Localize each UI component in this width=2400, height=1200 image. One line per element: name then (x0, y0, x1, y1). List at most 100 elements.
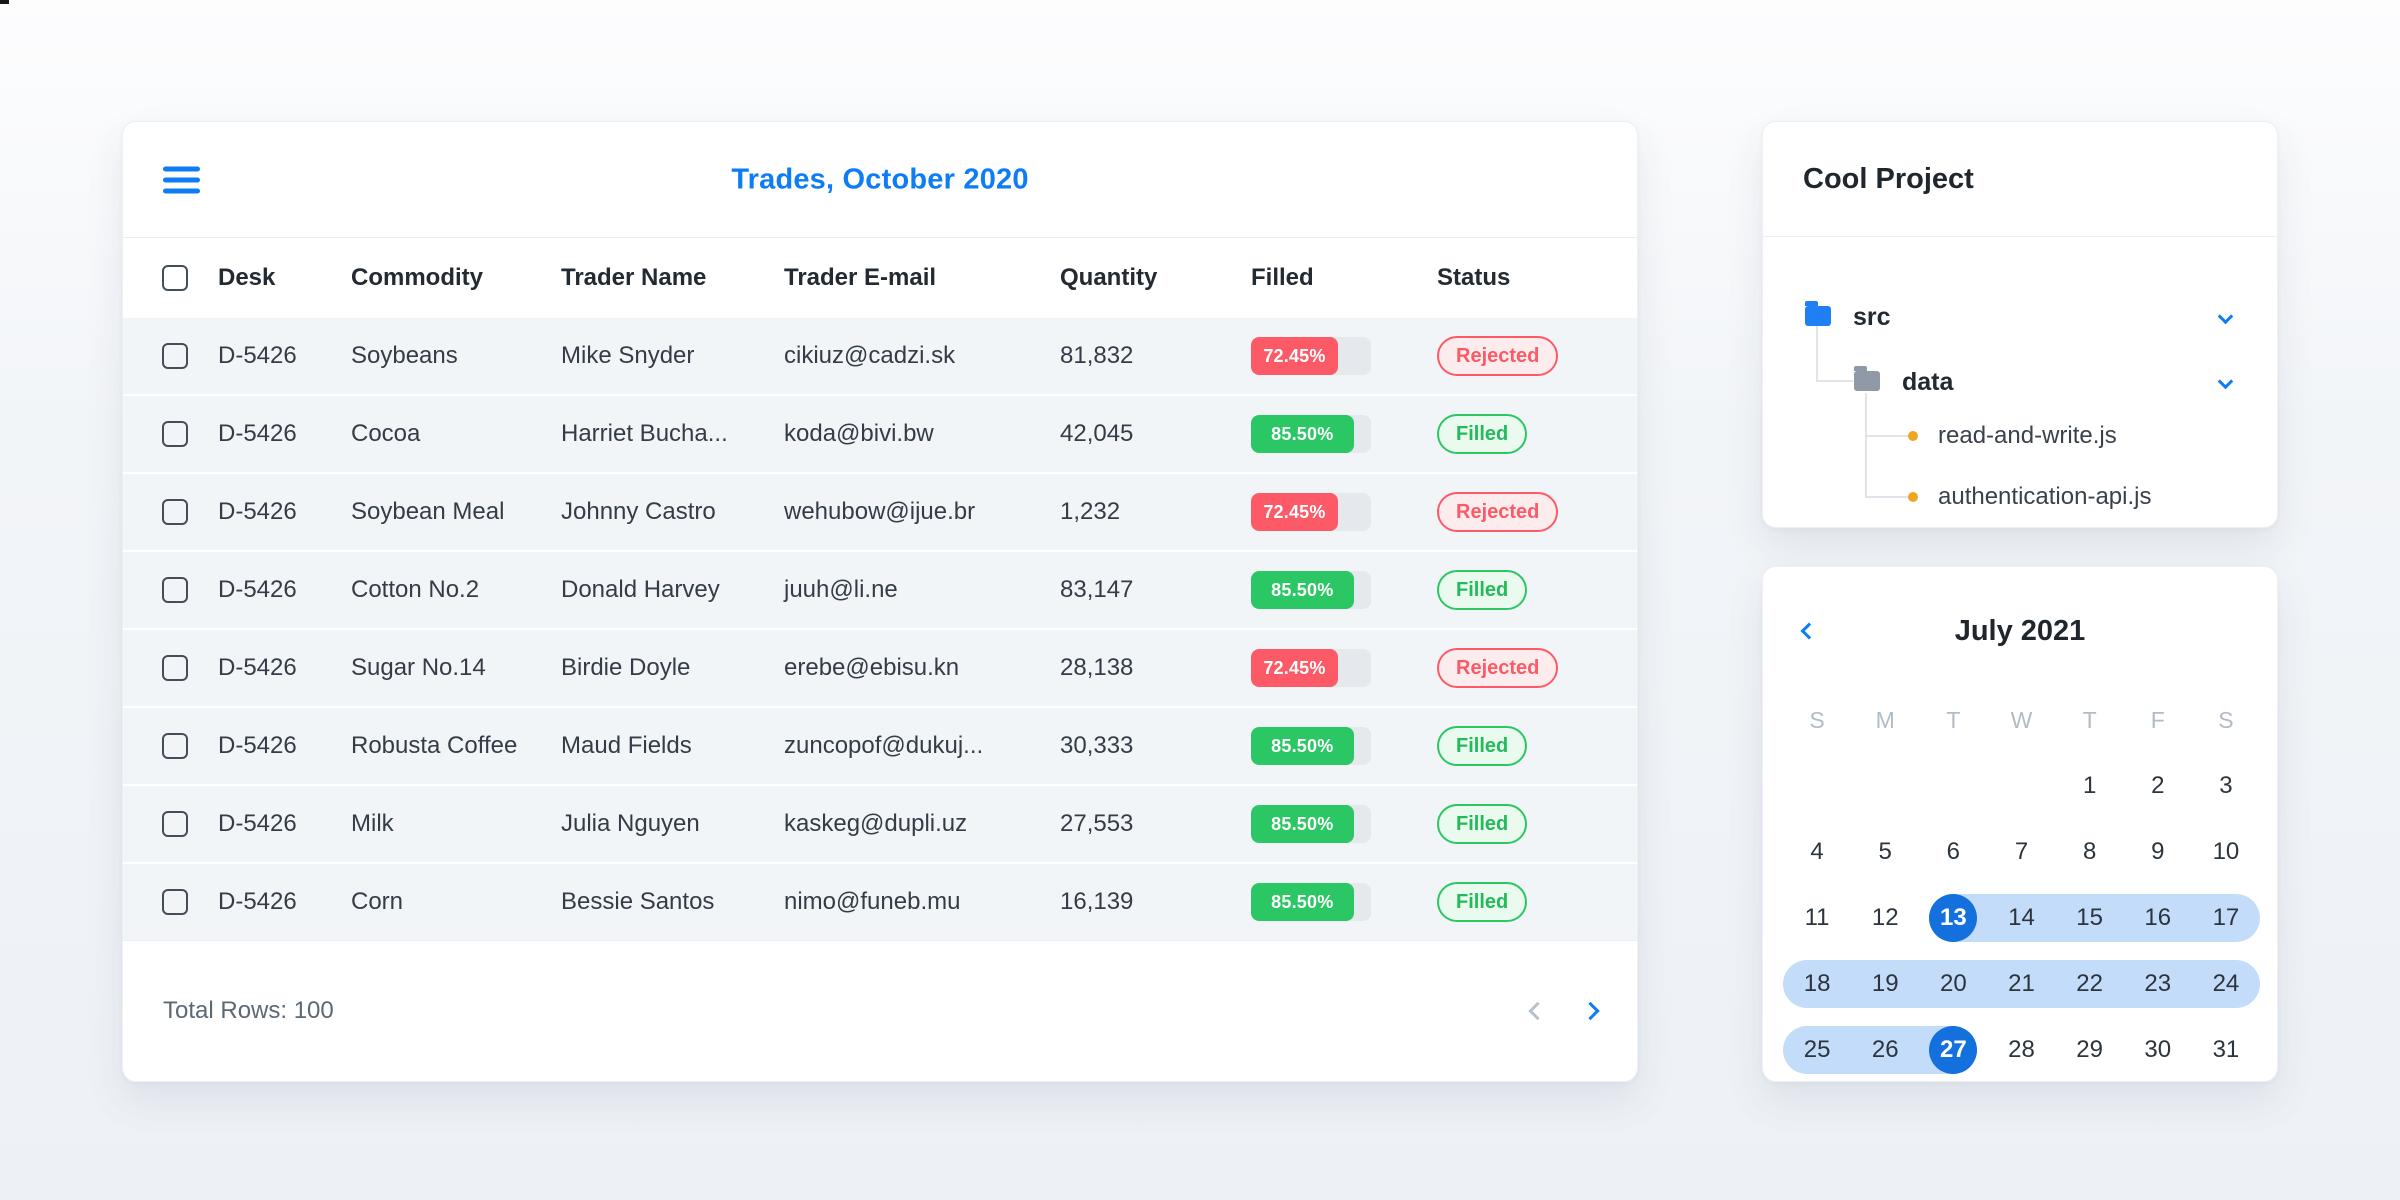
cell-desk: D-5426 (218, 810, 297, 837)
filled-progress-bar: 72.45% (1251, 649, 1371, 687)
calendar-day-11[interactable]: 11 (1783, 885, 1851, 951)
calendar-day-2[interactable]: 2 (2124, 753, 2192, 819)
cell-trader-email: zuncopof@dukuj... (784, 732, 984, 759)
calendar-day-14[interactable]: 14 (1987, 885, 2055, 951)
calendar-day-19[interactable]: 19 (1851, 951, 1919, 1017)
cell-trader-email: nimo@funeb.mu (784, 888, 961, 915)
cell-filled: 85.50% (1251, 571, 1371, 609)
trades-title: Trades, October 2020 (731, 163, 1029, 195)
status-badge: Filled (1437, 882, 1528, 922)
row-checkbox[interactable] (162, 811, 188, 837)
filled-progress-bar: 85.50% (1251, 415, 1371, 453)
status-badge: Rejected (1437, 648, 1559, 688)
status-badge: Filled (1437, 804, 1528, 844)
calendar-day-18[interactable]: 18 (1783, 951, 1851, 1017)
table-row: D-5426 Corn Bessie Santos nimo@funeb.mu 16,1… (123, 864, 1637, 942)
cell-trader-email: cikiuz@cadzi.sk (784, 342, 956, 369)
calendar-day-12[interactable]: 12 (1851, 885, 1919, 951)
calendar-grid: SMTWTFS 1 2 3 4 5 6 7 8 9 10 11 12 13 14 15 16 17 18 19 20 2… (1783, 687, 2260, 1083)
cell-status: Filled (1437, 726, 1528, 766)
calendar-day-28[interactable]: 28 (1987, 1017, 2055, 1083)
day-of-week-label: S (1809, 706, 1825, 733)
calendar-day-15[interactable]: 15 (2056, 885, 2124, 951)
cell-desk: D-5426 (218, 732, 297, 759)
tree-connector (1865, 435, 1908, 437)
status-badge: Filled (1437, 414, 1528, 454)
cell-status: Filled (1437, 570, 1528, 610)
calendar-day-17[interactable]: 17 (2192, 885, 2260, 951)
row-checkbox[interactable] (162, 499, 188, 525)
cell-quantity: 27,553 (1060, 810, 1134, 837)
calendar-day-26[interactable]: 26 (1851, 1017, 1919, 1083)
column-header-trader-name: Trader Name (561, 264, 707, 291)
cell-commodity: Robusta Coffee (351, 732, 518, 759)
cell-quantity: 28,138 (1060, 654, 1134, 681)
calendar-day-headers: SMTWTFS (1783, 687, 2260, 753)
calendar-day-3[interactable]: 3 (2192, 753, 2260, 819)
row-checkbox[interactable] (162, 889, 188, 915)
table-footer: Total Rows: 100 (123, 940, 1637, 1081)
cell-commodity: Cotton No.2 (351, 576, 480, 603)
filled-progress-bar: 72.45% (1251, 337, 1371, 375)
day-of-week-label: M (1875, 706, 1895, 733)
cell-checkbox (162, 343, 188, 369)
calendar-day-8[interactable]: 8 (2056, 819, 2124, 885)
calendar-day-21[interactable]: 21 (1987, 951, 2055, 1017)
calendar-day-6[interactable]: 6 (1919, 819, 1987, 885)
column-header-status: Status (1437, 264, 1511, 291)
select-all-checkbox[interactable] (162, 265, 188, 291)
cell-checkbox (162, 889, 188, 915)
cell-filled: 85.50% (1251, 805, 1371, 843)
table-row: D-5426 Sugar No.14 Birdie Doyle erebe@ebisu… (123, 630, 1637, 708)
cell-commodity: Corn (351, 888, 404, 915)
calendar-day-5[interactable]: 5 (1851, 819, 1919, 885)
cell-desk: D-5426 (218, 576, 297, 603)
calendar-day-22[interactable]: 22 (2056, 951, 2124, 1017)
cell-filled: 85.50% (1251, 415, 1371, 453)
calendar-day-29[interactable]: 29 (2056, 1017, 2124, 1083)
row-checkbox[interactable] (162, 577, 188, 603)
project-card: Cool Project src data read-and-write.js a… (1762, 121, 2278, 528)
row-checkbox[interactable] (162, 655, 188, 681)
filled-progress-bar: 72.45% (1251, 493, 1371, 531)
prev-page-icon[interactable] (1528, 1001, 1547, 1021)
calendar-day-7[interactable]: 7 (1987, 819, 2055, 885)
cell-checkbox (162, 421, 188, 447)
calendar-day-24[interactable]: 24 (2192, 951, 2260, 1017)
calendar-day-25[interactable]: 25 (1783, 1017, 1851, 1083)
cell-trader-name: Birdie Doyle (561, 654, 691, 681)
row-checkbox[interactable] (162, 343, 188, 369)
row-checkbox[interactable] (162, 733, 188, 759)
calendar-day-1[interactable]: 1 (2056, 753, 2124, 819)
trades-table-body: D-5426 Soybeans Mike Snyder cikiuz@cadzi.sk… (123, 318, 1637, 942)
calendar-day-30[interactable]: 30 (2124, 1017, 2192, 1083)
next-page-icon[interactable] (1581, 1001, 1600, 1021)
row-checkbox[interactable] (162, 421, 188, 447)
calendar-day-13[interactable]: 13 (1919, 885, 1987, 951)
cell-desk: D-5426 (218, 498, 297, 525)
calendar-day-16[interactable]: 16 (2124, 885, 2192, 951)
cell-filled: 72.45% (1251, 493, 1371, 531)
calendar-day-23[interactable]: 23 (2124, 951, 2192, 1017)
calendar-card: July 2021 SMTWTFS 1 2 3 4 5 6 7 8 9 10 11 12 13 14 15 1… (1762, 566, 2278, 1082)
cell-status: Filled (1437, 804, 1528, 844)
column-header-quantity: Quantity (1060, 264, 1158, 291)
status-badge: Rejected (1437, 336, 1559, 376)
calendar-week-row: 25 26 27 28 29 30 31 (1783, 1017, 2260, 1083)
table-row: D-5426 Milk Julia Nguyen kaskeg@dupli.uz 27,… (123, 786, 1637, 864)
calendar-day-10[interactable]: 10 (2192, 819, 2260, 885)
calendar-day-9[interactable]: 9 (2124, 819, 2192, 885)
calendar-day-4[interactable]: 4 (1783, 819, 1851, 885)
cell-trader-name: Donald Harvey (561, 576, 720, 603)
filled-progress-bar: 85.50% (1251, 727, 1371, 765)
status-badge: Filled (1437, 570, 1528, 610)
cell-quantity: 1,232 (1060, 498, 1121, 525)
cell-status: Filled (1437, 414, 1528, 454)
calendar-day-31[interactable]: 31 (2192, 1017, 2260, 1083)
cell-quantity: 30,333 (1060, 732, 1134, 759)
calendar-day-20[interactable]: 20 (1919, 951, 1987, 1017)
cell-trader-name: Harriet Bucha... (561, 420, 728, 447)
total-rows-label: Total Rows: 100 (163, 997, 334, 1024)
calendar-day-27[interactable]: 27 (1919, 1017, 1987, 1083)
table-row: D-5426 Soybeans Mike Snyder cikiuz@cadzi.sk… (123, 318, 1637, 396)
